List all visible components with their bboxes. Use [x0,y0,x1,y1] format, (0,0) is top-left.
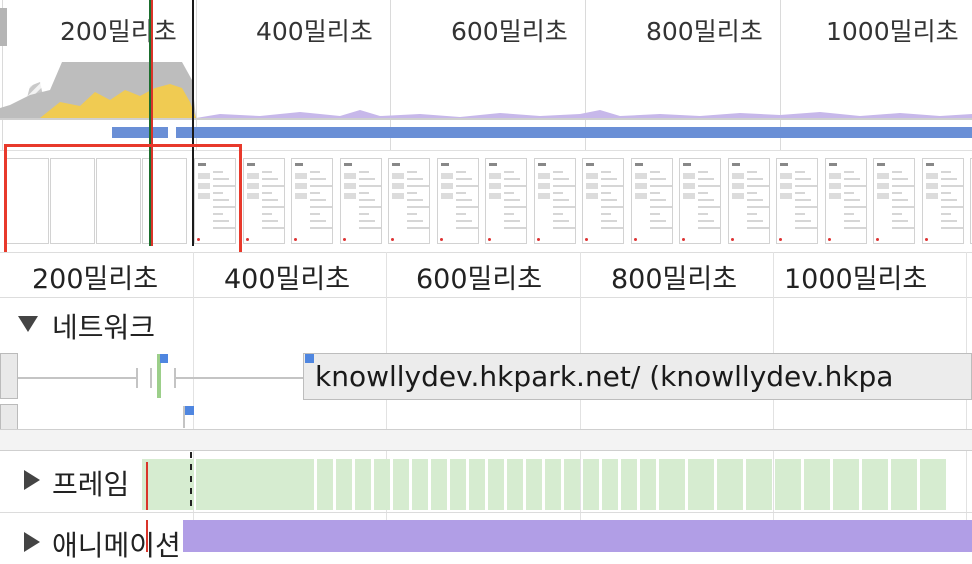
filmstrip-frame[interactable] [873,158,915,244]
network-request-label: knowllydev.hkpark.net/ (knowllydev.hkpa [315,360,894,393]
frame-cell[interactable] [688,459,714,510]
frame-cell[interactable] [833,459,859,510]
request-wait-line [18,377,138,379]
frame-cell[interactable] [640,459,656,510]
ruler-tick-label: 800밀리초 [611,264,738,295]
ruler-tick-label: 1000밀리초 [784,264,928,295]
frame-cell[interactable] [891,459,917,510]
network-request-bar[interactable]: knowllydev.hkpark.net/ (knowllydev.hkpa [303,353,972,400]
animation-load-marker [146,520,148,552]
request-priority-marker [185,406,194,415]
frame-cell[interactable] [775,459,801,510]
frame-time-marker [190,452,192,510]
filmstrip-frame[interactable] [679,158,721,244]
frame-cell[interactable] [336,459,352,510]
frame-cell[interactable] [526,459,542,510]
frame-cell[interactable] [862,459,888,510]
frame-cell[interactable] [196,459,314,510]
frame-load-marker [146,462,148,510]
frame-cell[interactable] [804,459,830,510]
request-tick [183,406,185,428]
request-row-handle[interactable] [0,353,18,399]
request-tick [150,368,152,388]
frame-cell[interactable] [393,459,409,510]
frame-cell[interactable] [317,459,333,510]
triangle-down-icon[interactable] [18,316,38,332]
rendering-activity-area [196,110,972,118]
filmstrip-frame[interactable] [922,158,964,244]
overview-left-handle[interactable] [0,8,7,46]
frame-cell[interactable] [142,459,194,510]
filmstrip-frame[interactable] [437,158,479,244]
request-priority-marker [305,354,314,363]
timeline-overview[interactable]: 200밀리초 400밀리초 600밀리초 800밀리초 1000밀리초 [0,0,972,255]
frame-cell[interactable] [621,459,637,510]
ruler-tick-label: 400밀리초 [224,264,351,295]
frame-cell[interactable] [746,459,772,510]
filmstrip-frame[interactable] [243,158,285,244]
frame-cell[interactable] [374,459,390,510]
frame-cell[interactable] [355,459,371,510]
frame-cell[interactable] [920,459,946,510]
filmstrip-frame[interactable] [485,158,527,244]
cpu-activity-chart [0,62,972,118]
ruler-tick-label: 200밀리초 [32,264,159,295]
ruler-tick-label: 600밀리초 [416,264,543,295]
network-track: 네트워크 knowllydev.hkpark.net/ (knowllydev.… [0,298,972,430]
frame-cell[interactable] [507,459,523,510]
filmstrip-frame[interactable] [388,158,430,244]
filmstrip-frame[interactable] [728,158,770,244]
request-wait-line [176,377,304,379]
frames-track-title[interactable]: 프레임 [52,463,129,503]
request-priority-marker [160,354,168,363]
animations-track-title[interactable]: 애니메이션 [52,524,181,564]
network-overview-bar [112,127,168,138]
frame-cell[interactable] [659,459,685,510]
triangle-right-icon[interactable] [24,532,40,552]
frame-cell[interactable] [469,459,485,510]
filmstrip-frame[interactable] [582,158,624,244]
frame-cell[interactable] [602,459,618,510]
frame-cell[interactable] [488,459,504,510]
frame-cell[interactable] [450,459,466,510]
network-overview-bar [176,127,972,138]
network-track-title[interactable]: 네트워크 [52,306,155,346]
request-row-handle[interactable] [0,404,18,430]
filmstrip-frame[interactable] [825,158,867,244]
frame-cell[interactable] [717,459,743,510]
frame-cell[interactable] [583,459,599,510]
overview-tick-label: 200밀리초 [60,17,177,46]
overview-tick-label: 600밀리초 [451,17,568,46]
overview-baseline [0,118,972,120]
track-divider [0,512,972,513]
frame-cell[interactable] [545,459,561,510]
overview-tick-label: 400밀리초 [256,17,373,46]
filmstrip-frame[interactable] [631,158,673,244]
filmstrip-frame[interactable] [291,158,333,244]
overview-tick-label: 800밀리초 [646,17,763,46]
filmstrip-frame[interactable] [776,158,818,244]
overview-tick-label: 1000밀리초 [826,17,959,46]
frame-cell[interactable] [412,459,428,510]
track-separator [0,429,972,451]
filmstrip-frame[interactable] [534,158,576,244]
frame-cell[interactable] [431,459,447,510]
filmstrip-frame[interactable] [340,158,382,244]
animation-bar[interactable] [183,520,972,552]
request-tick [136,368,138,388]
selection-highlight-box [4,144,242,255]
frame-cell[interactable] [564,459,580,510]
triangle-right-icon[interactable] [24,470,40,490]
